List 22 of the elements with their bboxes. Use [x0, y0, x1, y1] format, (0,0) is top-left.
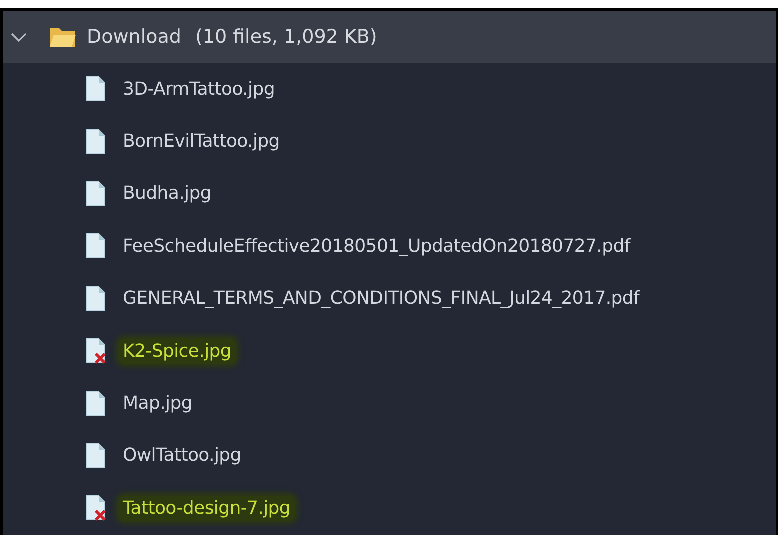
document-icon	[85, 76, 107, 102]
file-name[interactable]: 3D-ArmTattoo.jpg	[119, 76, 279, 102]
file-name[interactable]: Budha.jpg	[119, 181, 216, 206]
folder-summary: (10 files, 1,092 KB)	[195, 26, 378, 48]
file-name[interactable]: FeeScheduleEffective20180501_UpdatedOn20180727.pdf	[119, 234, 634, 259]
broken-file-icon	[85, 495, 107, 522]
document-icon	[85, 128, 107, 155]
document-icon	[85, 442, 107, 469]
file-name[interactable]: Tattoo-design-7.jpg	[119, 496, 295, 521]
file-name[interactable]: GENERAL_TERMS_AND_CONDITIONS_FINAL_Jul24_2017.pdf	[119, 286, 644, 312]
file-name[interactable]: OwlTattoo.jpg	[119, 443, 246, 468]
folder-name[interactable]: Download	[87, 26, 182, 48]
broken-file-icon	[85, 338, 107, 364]
folder-icon	[49, 25, 77, 49]
file-name[interactable]: K2-Spice.jpg	[119, 338, 236, 364]
document-icon	[85, 286, 107, 312]
document-icon	[85, 180, 107, 207]
document-icon	[85, 390, 107, 417]
chevron-icon[interactable]	[11, 31, 27, 43]
file-name[interactable]: BornEvilTattoo.jpg	[119, 129, 284, 154]
file-name[interactable]: Map.jpg	[119, 391, 196, 416]
document-icon	[85, 233, 107, 260]
